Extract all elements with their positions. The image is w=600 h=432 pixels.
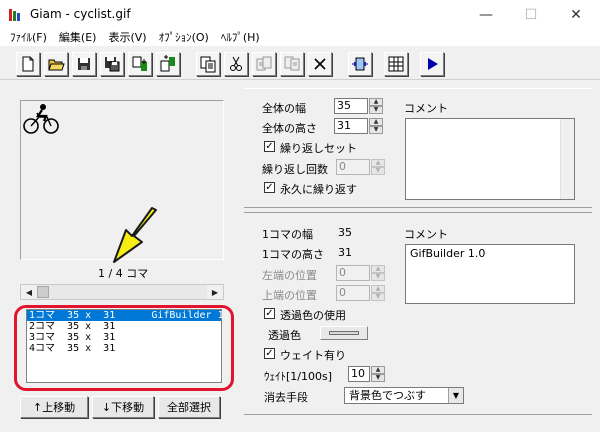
paste-before-button[interactable] <box>252 52 276 76</box>
close-window-button[interactable]: ✕ <box>553 0 599 30</box>
chevron-down-icon[interactable]: ▼ <box>448 388 463 403</box>
loop-forever-checkbox[interactable]: ✓ <box>264 182 275 193</box>
import-icon <box>132 56 147 71</box>
export-button[interactable] <box>156 52 180 76</box>
frame-counter: 1 / 4 コマ <box>98 267 149 280</box>
global-width-label: 全体の幅 <box>262 102 306 115</box>
frame-width-value: 35 <box>338 226 352 239</box>
move-down-button[interactable]: ↓下移動 <box>92 396 154 418</box>
fit-button[interactable] <box>348 52 372 76</box>
paste-after-button[interactable] <box>280 52 304 76</box>
global-comment-label: コメント <box>404 102 448 115</box>
open-button[interactable] <box>44 52 68 76</box>
global-comment-scrollbar[interactable] <box>560 119 574 199</box>
minimize-button[interactable]: — <box>463 0 509 30</box>
title-bar: Giam - cyclist.gif — ☐ ✕ <box>0 0 600 30</box>
paste-before-icon <box>256 56 272 71</box>
export-icon <box>160 55 175 72</box>
copy-icon <box>200 56 216 73</box>
menu-options[interactable]: ｵﾌﾟｼｮﾝ(O) <box>155 29 213 45</box>
menu-view[interactable]: 表示(V) <box>104 29 150 45</box>
app-window: Giam - cyclist.gif — ☐ ✕ ﾌｧｲﾙ(F) 編集(E) 表… <box>0 0 600 432</box>
wait-label: ウェイト有り <box>280 349 346 362</box>
frame-top-label: 上端の位置 <box>262 289 317 302</box>
frame-height-label: 1コマの高さ <box>262 248 324 261</box>
play-icon <box>428 58 438 70</box>
loop-count-spinner[interactable]: ▲ ▼ <box>371 159 385 175</box>
move-up-button[interactable]: ↑上移動 <box>20 396 88 418</box>
loop-forever-label: 永久に繰り返す <box>280 183 357 196</box>
play-button[interactable] <box>420 52 444 76</box>
menu-edit[interactable]: 編集(E) <box>55 29 101 45</box>
section-divider <box>244 212 592 213</box>
paste-after-icon <box>284 56 300 71</box>
new-file-icon <box>22 56 34 72</box>
frame-top-input[interactable]: 0 <box>336 285 370 301</box>
save-as-button[interactable] <box>100 52 124 76</box>
new-file-button[interactable] <box>16 52 40 76</box>
loop-set-checkbox[interactable]: ✓ <box>264 141 275 152</box>
save-as-icon <box>105 57 120 72</box>
maximize-button[interactable]: ☐ <box>508 0 554 30</box>
cut-button[interactable] <box>224 52 248 76</box>
fit-icon <box>352 57 368 71</box>
toolbar <box>0 46 600 80</box>
global-height-spinner[interactable]: ▲ ▼ <box>369 118 383 134</box>
transparent-color-button[interactable] <box>320 326 368 340</box>
import-button[interactable] <box>128 52 152 76</box>
transparent-color-swatch <box>329 331 359 335</box>
disposal-select-value: 背景色でつぶす <box>349 389 426 402</box>
frame-top-spinner[interactable]: ▲ ▼ <box>371 285 385 301</box>
frame-width-label: 1コマの幅 <box>262 228 313 241</box>
window-title: Giam - cyclist.gif <box>30 7 131 21</box>
giam-app-icon <box>9 9 20 21</box>
wait-checkbox[interactable]: ✓ <box>264 348 275 359</box>
save-button[interactable] <box>72 52 96 76</box>
frame-height-value: 31 <box>338 246 352 259</box>
cut-icon <box>230 56 242 71</box>
frame-left-input[interactable]: 0 <box>336 265 370 281</box>
global-height-input[interactable]: 31 <box>334 118 368 134</box>
loop-set-label: 繰り返しセット <box>280 142 357 155</box>
scroll-right-arrow-icon[interactable]: ▶ <box>207 285 223 299</box>
delete-icon <box>314 58 326 70</box>
loop-count-label: 繰り返し回数 <box>262 163 328 176</box>
scroll-left-arrow-icon[interactable]: ◀ <box>21 285 37 299</box>
save-icon <box>78 58 90 70</box>
disposal-label: 消去手段 <box>264 391 308 404</box>
scroll-thumb[interactable] <box>37 286 49 298</box>
menu-bar: ﾌｧｲﾙ(F) 編集(E) 表示(V) ｵﾌﾟｼｮﾝ(O) ﾍﾙﾌﾟ(H) <box>0 28 600 46</box>
frame-left-label: 左端の位置 <box>262 269 317 282</box>
global-width-spinner[interactable]: ▲ ▼ <box>369 98 383 114</box>
frame-comment-box[interactable]: GifBuilder 1.0 <box>405 244 575 304</box>
annotation-arrow-icon <box>113 207 157 263</box>
use-transparent-label: 透過色の使用 <box>280 309 346 322</box>
menu-file[interactable]: ﾌｧｲﾙ(F) <box>6 29 51 45</box>
grid-icon <box>388 56 404 72</box>
global-height-label: 全体の高さ <box>262 122 317 135</box>
cyclist-image <box>23 104 59 134</box>
select-all-button[interactable]: 全部選択 <box>158 396 220 418</box>
delete-button[interactable] <box>308 52 332 76</box>
frame-left-spinner[interactable]: ▲ ▼ <box>371 265 385 281</box>
disposal-select[interactable]: 背景色でつぶす ▼ <box>344 387 464 404</box>
global-comment-box[interactable] <box>405 118 575 200</box>
frame-list-highlight-outline <box>14 305 234 391</box>
wait-time-input[interactable]: 10 <box>348 366 370 382</box>
use-transparent-checkbox[interactable]: ✓ <box>264 308 275 319</box>
loop-count-input[interactable]: 0 <box>336 159 370 175</box>
wait-time-spinner[interactable]: ▲ ▼ <box>371 366 385 382</box>
grid-button[interactable] <box>384 52 408 76</box>
open-folder-icon <box>48 59 65 71</box>
preview-scrollbar[interactable]: ◀ ▶ <box>20 284 224 300</box>
transparent-color-label: 透過色 <box>268 329 301 342</box>
menu-help[interactable]: ﾍﾙﾌﾟ(H) <box>217 29 264 45</box>
global-width-input[interactable]: 35 <box>334 98 368 114</box>
wait-time-label: ｳｪｲﾄ[1/100s] <box>264 370 333 383</box>
frame-comment-label: コメント <box>404 228 448 241</box>
copy-button[interactable] <box>196 52 220 76</box>
group-bottom-border <box>244 414 592 415</box>
